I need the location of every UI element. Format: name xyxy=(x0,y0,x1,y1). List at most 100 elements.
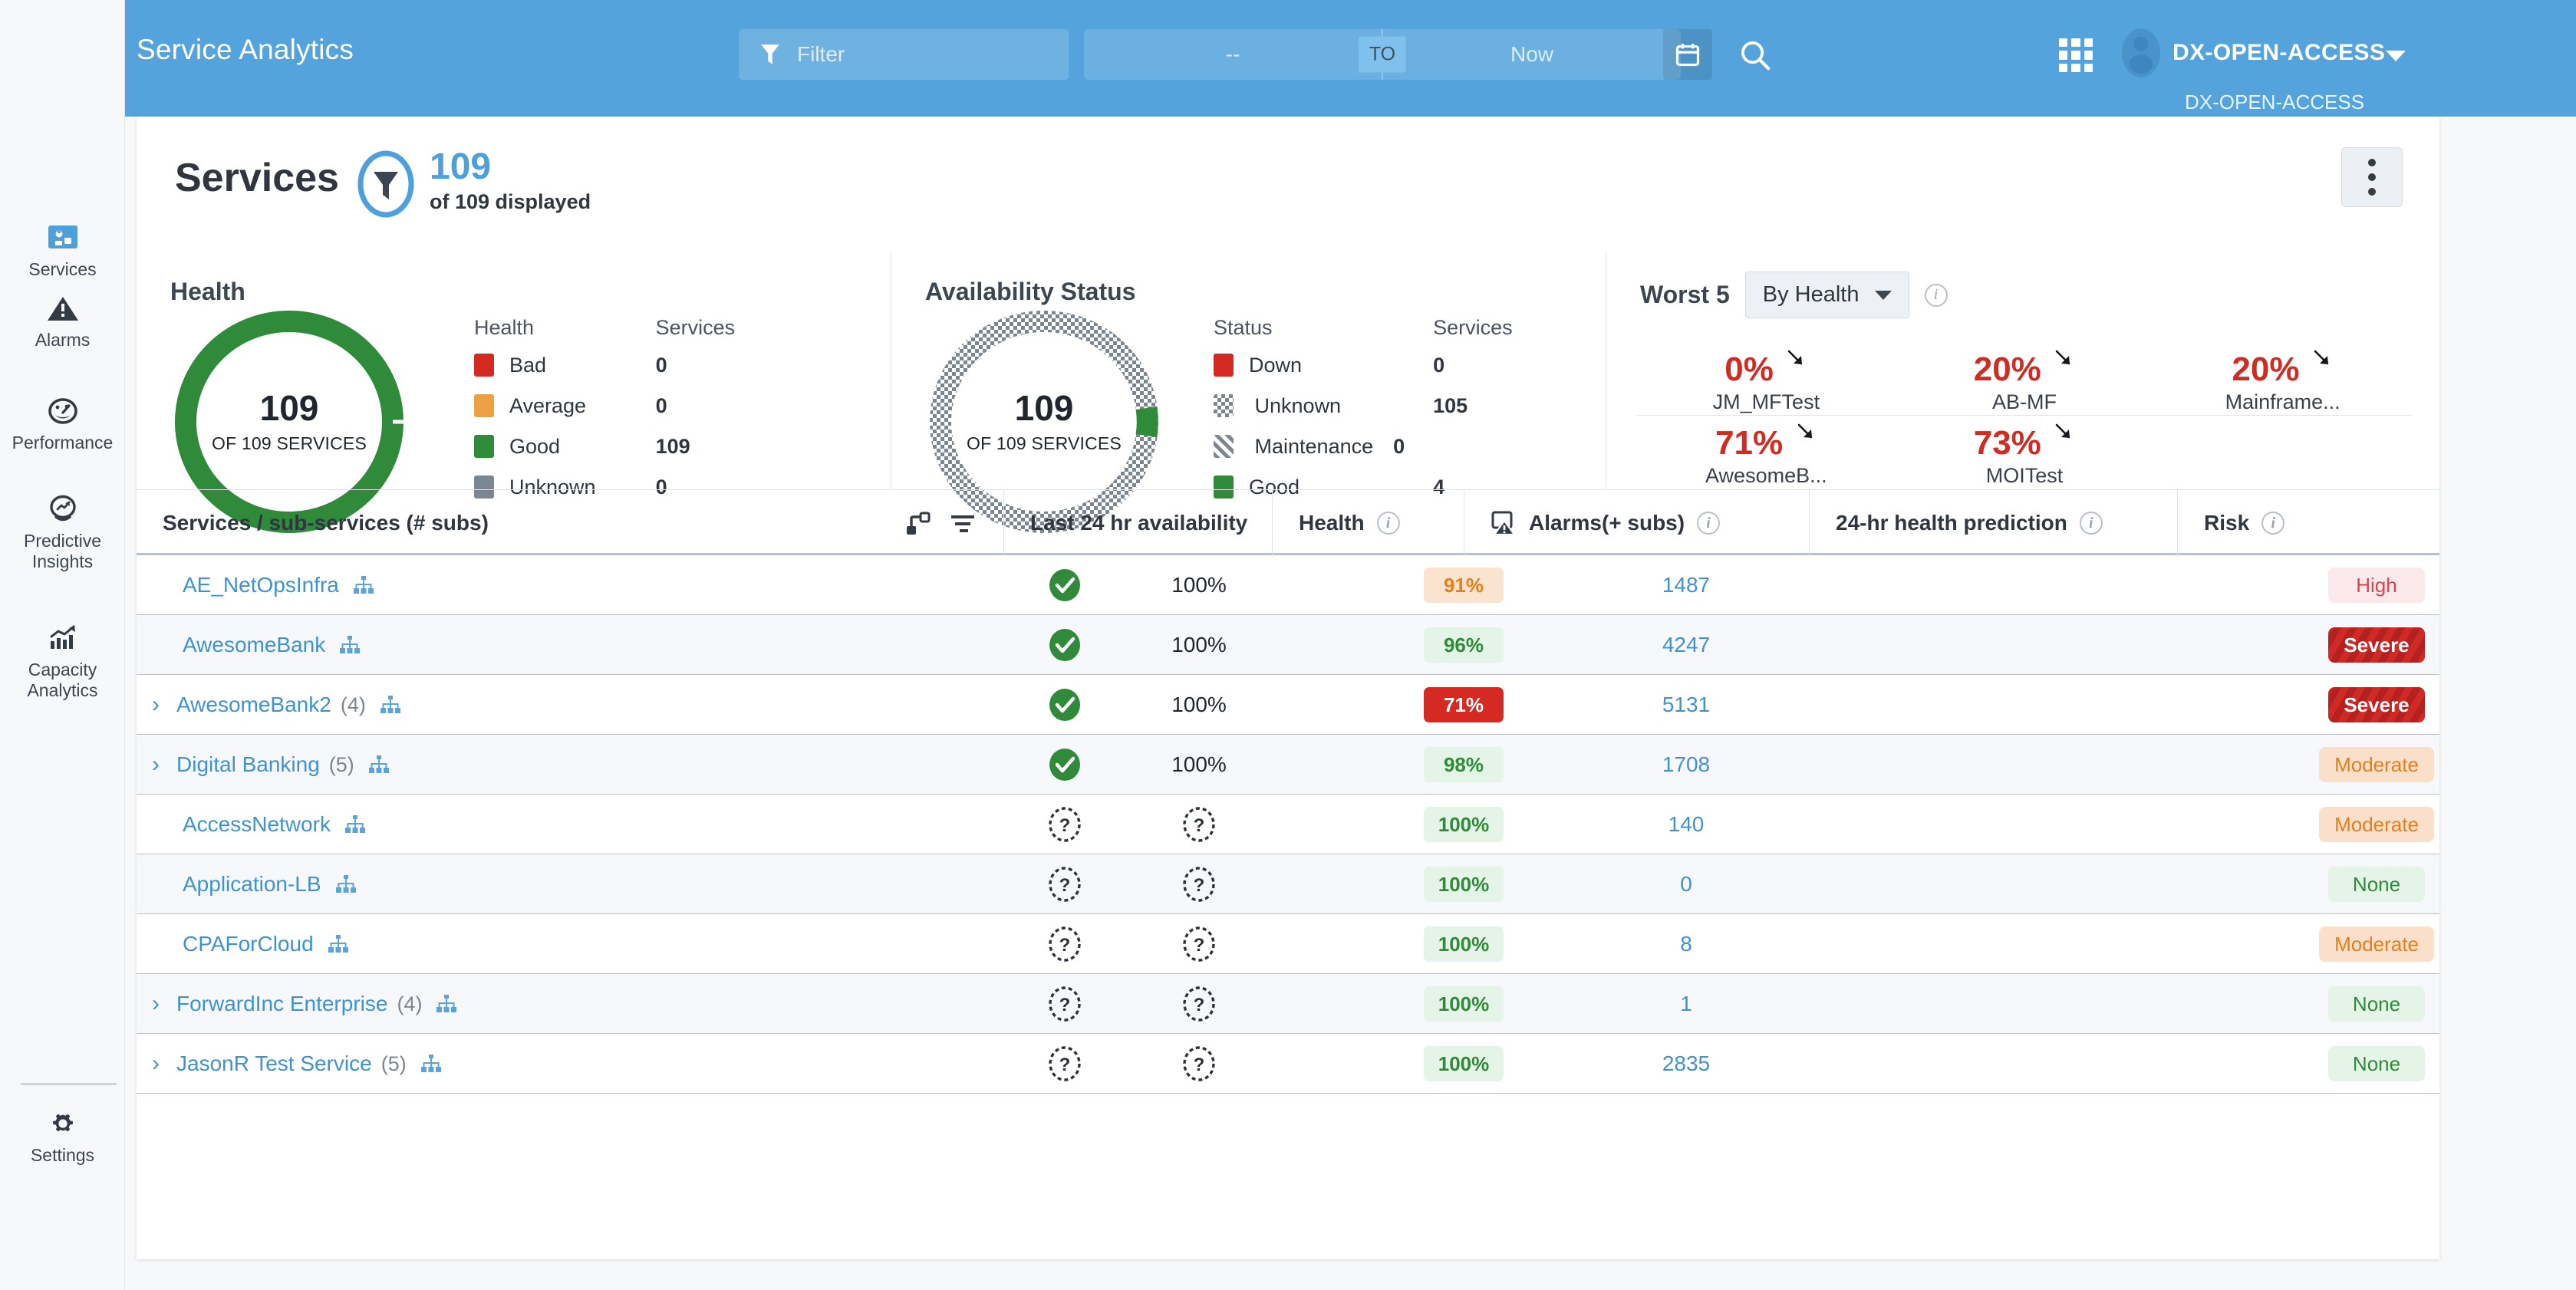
service-link[interactable]: CPAForCloud xyxy=(183,932,314,956)
service-link[interactable]: AwesomeBank2 xyxy=(176,693,331,717)
info-icon[interactable]: i xyxy=(1924,283,1948,307)
alarm-count-link[interactable]: 1 xyxy=(1680,992,1692,1016)
cell-service-name[interactable]: › ForwardInc Enterprise (4) xyxy=(152,974,1003,1034)
calendar-button[interactable] xyxy=(1663,29,1712,80)
cell-service-name[interactable]: CPAForCloud xyxy=(183,914,1003,974)
cell-alarms[interactable]: 1 xyxy=(1594,974,1778,1034)
expand-chevron-icon[interactable]: › xyxy=(152,992,160,1015)
info-icon[interactable]: i xyxy=(2261,512,2285,535)
cell-alarms[interactable]: 1708 xyxy=(1594,735,1778,795)
alarm-count-link[interactable]: 8 xyxy=(1680,932,1692,956)
service-link[interactable]: ForwardInc Enterprise xyxy=(176,992,387,1016)
risk-badge: Severe xyxy=(2328,687,2425,722)
topology-icon[interactable] xyxy=(436,994,457,1014)
table-row[interactable]: › ForwardInc Enterprise (4) ? ? 100% 1 N… xyxy=(137,974,2439,1034)
more-options-button[interactable] xyxy=(2341,147,2403,207)
column-header-risk[interactable]: Risk i xyxy=(2177,490,2439,556)
table-row[interactable]: CPAForCloud ? ? 100% 8 Moderate xyxy=(137,914,2439,974)
cell-service-name[interactable]: AE_NetOpsInfra xyxy=(183,555,1003,615)
cell-service-name[interactable]: › JasonR Test Service (5) xyxy=(152,1034,1003,1094)
service-link[interactable]: JasonR Test Service xyxy=(176,1051,372,1076)
app-grid-icon[interactable] xyxy=(2059,38,2093,72)
table-row[interactable]: AwesomeBank 100% 96% 4247 Severe xyxy=(137,615,2439,675)
worst-5-item[interactable]: 71% AwesomeB... xyxy=(1637,416,1896,489)
cell-service-name[interactable]: Application-LB xyxy=(183,854,1003,914)
filter-input[interactable]: Filter xyxy=(739,29,1069,80)
search-button[interactable] xyxy=(1734,34,1777,77)
column-header-services[interactable]: Services / sub-services (# subs) xyxy=(137,490,1003,556)
cell-alarms[interactable]: 8 xyxy=(1594,914,1778,974)
cell-alarms[interactable]: 1487 xyxy=(1594,555,1778,615)
avatar[interactable] xyxy=(2120,28,2162,78)
range-to-value[interactable]: Now xyxy=(1383,42,1681,67)
worst-5-sort-select[interactable]: By Health xyxy=(1744,271,1909,318)
service-analytics-page: Service Analytics Filter -- TO Now DX-OP… xyxy=(0,0,2576,1290)
alarm-count-link[interactable]: 1708 xyxy=(1662,752,1710,777)
cell-alarms[interactable]: 5131 xyxy=(1594,675,1778,735)
alarm-count-link[interactable]: 4247 xyxy=(1662,633,1710,657)
sidebar-item-capacity-analytics[interactable]: Capacity Analytics xyxy=(0,623,125,700)
alarm-count-link[interactable]: 2835 xyxy=(1662,1051,1710,1076)
sidebar-item-predictive-insights[interactable]: Predictive Insights xyxy=(0,494,125,571)
cell-service-name[interactable]: › Digital Banking (5) xyxy=(152,735,1003,795)
table-row[interactable]: Application-LB ? ? 100% 0 None xyxy=(137,854,2439,914)
column-header-alarms[interactable]: Alarms(+ subs) i xyxy=(1464,490,1809,556)
service-link[interactable]: AccessNetwork xyxy=(183,812,331,837)
sidebar-item-services[interactable]: Services xyxy=(0,222,125,280)
sidebar-item-settings[interactable]: Settings xyxy=(0,1108,125,1166)
table-row[interactable]: › Digital Banking (5) 100% 98% 1708 Mode… xyxy=(137,735,2439,795)
table-row[interactable]: AE_NetOpsInfra 100% 91% 1487 High xyxy=(137,555,2439,615)
info-icon[interactable]: i xyxy=(2079,512,2103,535)
worst-5-item[interactable]: 20% AB-MF xyxy=(1895,342,2154,416)
table-row[interactable]: AccessNetwork ? ? 100% 140 Moderate xyxy=(137,795,2439,854)
filter-badge-icon[interactable] xyxy=(357,150,414,218)
topology-icon[interactable] xyxy=(420,1054,442,1074)
alarm-count-link[interactable]: 140 xyxy=(1668,812,1705,837)
topology-icon[interactable] xyxy=(339,635,361,655)
service-link[interactable]: AwesomeBank xyxy=(183,633,325,657)
topology-icon[interactable] xyxy=(380,695,401,715)
service-link[interactable]: Digital Banking xyxy=(176,752,320,777)
column-header-health[interactable]: Health i xyxy=(1272,490,1464,556)
alarm-count-link[interactable]: 1487 xyxy=(1662,573,1710,597)
column-header-health-prediction[interactable]: 24-hr health prediction i xyxy=(1809,490,2177,556)
sidebar-item-performance[interactable]: Performance xyxy=(0,396,125,453)
health-donut-value: 109 xyxy=(259,387,319,428)
info-icon[interactable]: i xyxy=(1376,512,1400,535)
cell-alarms[interactable]: 4247 xyxy=(1594,615,1778,675)
info-icon[interactable]: i xyxy=(1697,512,1721,535)
topology-icon[interactable] xyxy=(368,755,390,775)
table-row[interactable]: › JasonR Test Service (5) ? ? 100% 2835 … xyxy=(137,1034,2439,1094)
table-row[interactable]: › AwesomeBank2 (4) 100% 71% 5131 Severe xyxy=(137,675,2439,735)
alarm-count-link[interactable]: 5131 xyxy=(1662,693,1710,717)
topology-icon[interactable] xyxy=(335,874,357,894)
chevron-down-icon[interactable] xyxy=(2386,51,2406,61)
tree-toggle-icon[interactable] xyxy=(904,509,931,537)
worst-5-item[interactable]: 20% Mainframe... xyxy=(2153,342,2412,416)
cell-service-name[interactable]: › AwesomeBank2 (4) xyxy=(152,675,1003,735)
cell-alarms[interactable]: 140 xyxy=(1594,795,1778,854)
expand-chevron-icon[interactable]: › xyxy=(152,1052,160,1075)
service-link[interactable]: Application-LB xyxy=(183,872,321,897)
topology-icon[interactable] xyxy=(328,934,349,954)
worst-5-name: MOITest xyxy=(1985,464,2064,487)
range-from-value[interactable]: -- xyxy=(1084,42,1382,67)
cell-service-name[interactable]: AwesomeBank xyxy=(183,615,1003,675)
expand-chevron-icon[interactable]: › xyxy=(152,753,160,776)
alarm-count-link[interactable]: 0 xyxy=(1680,872,1692,897)
column-header-availability[interactable]: Last 24 hr availability xyxy=(1003,490,1272,556)
expand-chevron-icon[interactable]: › xyxy=(152,693,160,716)
filter-list-icon[interactable] xyxy=(950,513,976,533)
user-name-label[interactable]: DX-OPEN-ACCESS xyxy=(2172,40,2385,66)
topology-icon[interactable] xyxy=(344,814,366,834)
service-link[interactable]: AE_NetOpsInfra xyxy=(183,573,339,597)
worst-5-item[interactable]: 0% JM_MFTest xyxy=(1637,342,1896,416)
topology-icon[interactable] xyxy=(353,575,374,595)
legend-value: 105 xyxy=(1433,394,1468,417)
cell-alarms[interactable]: 0 xyxy=(1594,854,1778,914)
time-range-picker[interactable]: -- TO Now xyxy=(1084,29,1681,80)
sidebar-item-alarms[interactable]: Alarms xyxy=(0,293,125,350)
cell-alarms[interactable]: 2835 xyxy=(1594,1034,1778,1094)
cell-service-name[interactable]: AccessNetwork xyxy=(183,795,1003,854)
worst-5-item[interactable]: 73% MOITest xyxy=(1896,416,2154,489)
